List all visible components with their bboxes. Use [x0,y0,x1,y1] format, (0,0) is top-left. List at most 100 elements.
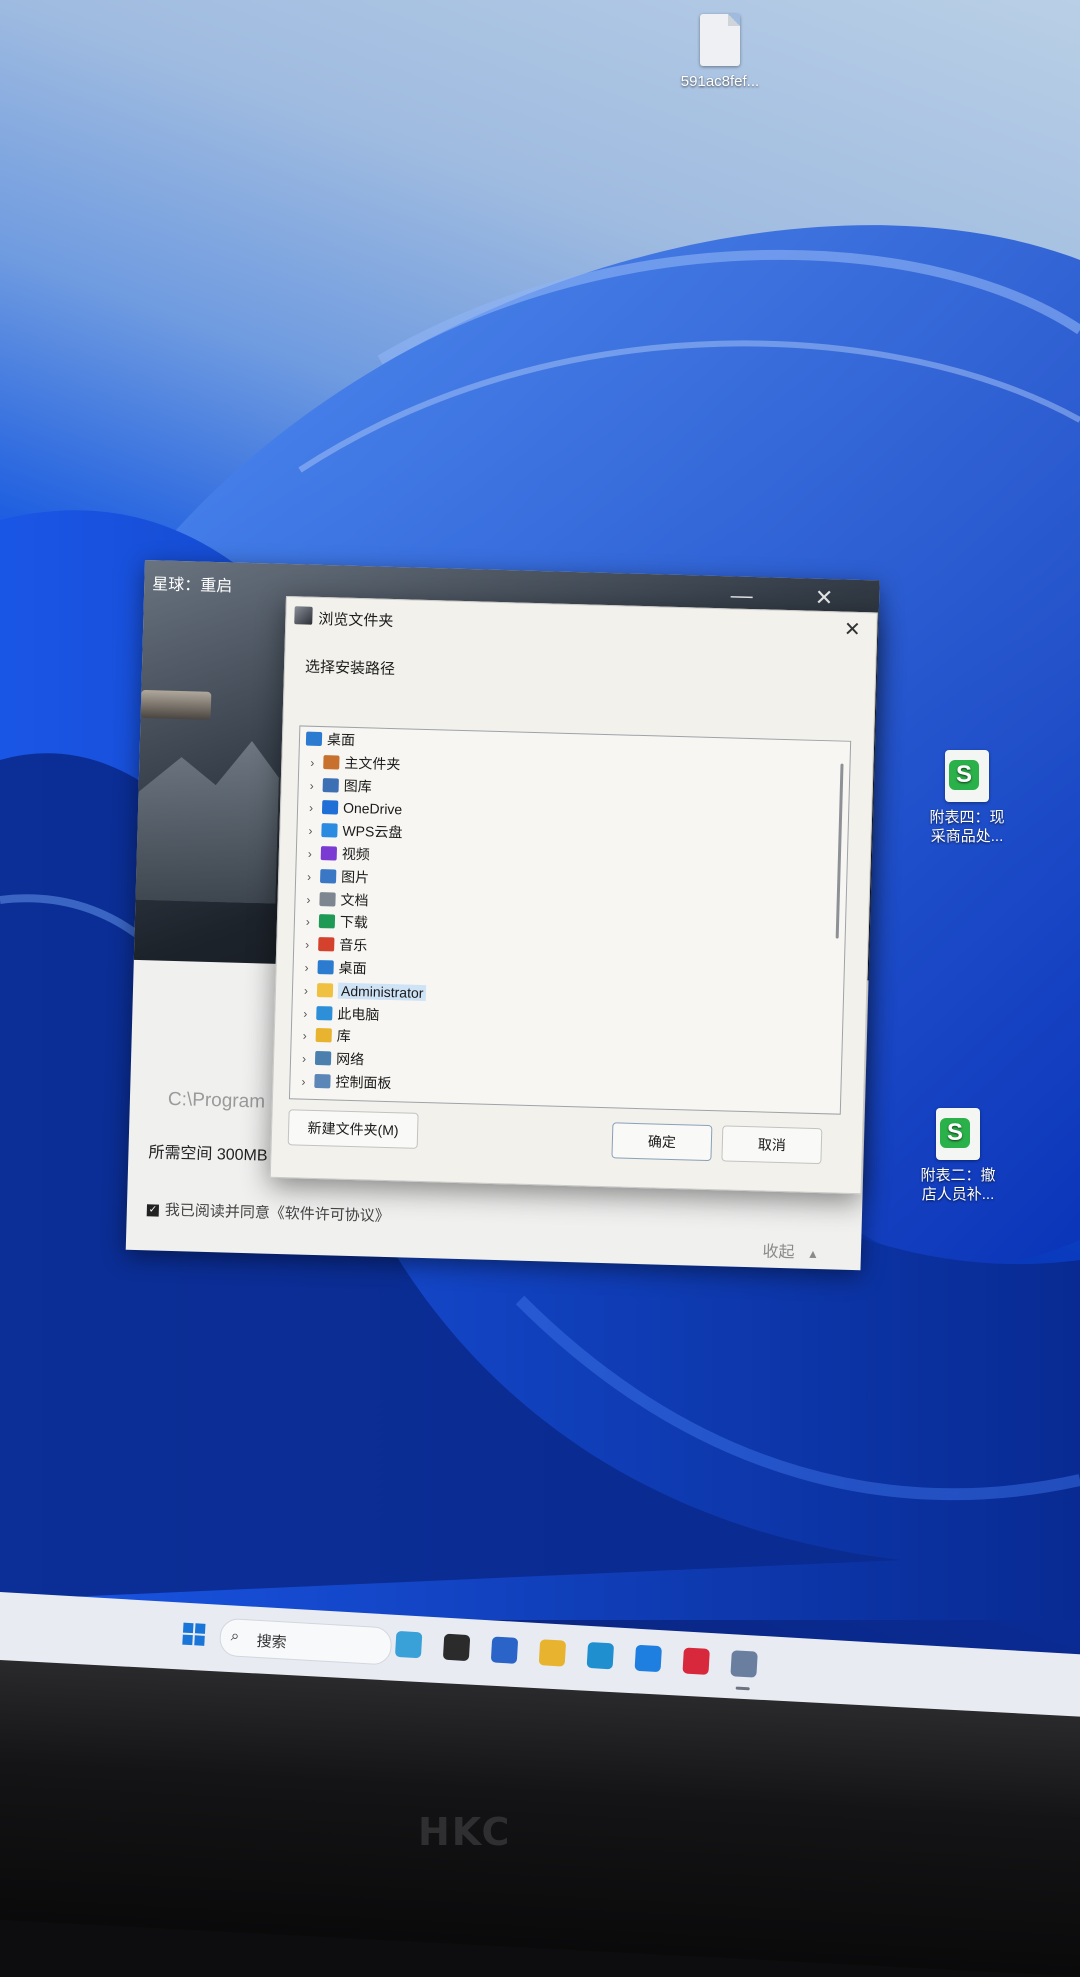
tree-item[interactable]: › WPS云盘 [303,819,402,844]
task-view-icon[interactable] [442,1633,471,1662]
home-icon [323,754,340,770]
chevron-right-icon[interactable]: › [297,1048,312,1070]
tree-item[interactable]: › 视频 [303,842,371,866]
desktop-icon-label: 591ac8fef... [680,73,760,90]
tree-item-label: 文档 [340,891,369,909]
desktop-file-attachment-4[interactable]: S 附表四：现 采商品处... [912,750,1022,846]
agree-label: 我已阅读并同意《软件许可协议》 [164,1201,391,1226]
tree-item[interactable]: › 图库 [304,773,372,797]
ok-button[interactable]: 确定 [611,1122,713,1162]
chevron-right-icon[interactable]: › [303,820,318,842]
collapse-button[interactable]: 收起 ▲ [762,1238,819,1264]
feishu-icon[interactable] [634,1644,662,1673]
chevron-right-icon[interactable]: › [302,865,317,887]
folder-tree[interactable]: 桌面 › 主文件夹 › 图库 › OneDrive › WPS云盘 › 视频 › 图片 › 文档 › 下载 › 音乐… [288,725,852,1115]
monitor-bezel [0,1660,1080,1977]
desktop-icon [317,960,334,975]
browse-folder-dialog: 浏览文件夹 ✕ 选择安装路径 桌面 › 主文件夹 › 图库 › OneDrive › WPS云盘… [269,596,878,1195]
tree-item[interactable]: 桌面 [302,728,356,751]
chevron-right-icon[interactable]: › [304,774,319,796]
tree-item-label: 桌面 [326,731,356,748]
tree-item-label: OneDrive [342,800,403,818]
license-agreement[interactable]: ✓ 我已阅读并同意《软件许可协议》 [146,1198,391,1226]
dingtalk-icon[interactable] [682,1647,710,1675]
wps-spreadsheet-icon: S [936,1108,980,1160]
documents-icon [319,891,336,907]
tree-item-label: 桌面 [338,959,367,977]
desktop-file-591ac8fef[interactable]: 591ac8fef... [665,14,775,91]
start-button[interactable] [182,1622,206,1646]
tree-item-label: 视频 [341,845,371,863]
game-installer-icon[interactable] [730,1650,758,1678]
chevron-right-icon[interactable]: › [296,1070,311,1092]
edge-icon[interactable] [586,1641,615,1670]
new-folder-button[interactable]: 新建文件夹(M) [287,1109,419,1149]
chevron-up-icon: ▲ [806,1246,820,1262]
tree-item-label: WPS云盘 [342,822,403,841]
chevron-right-icon[interactable]: › [300,934,315,956]
download-icon [318,914,336,929]
desktop-file-attachment-2[interactable]: S 附表二：撤 店人员补... [903,1108,1013,1204]
tree-item[interactable]: › 音乐 [300,933,368,957]
widgets-icon[interactable] [394,1630,423,1659]
desktop-icon-label: 采商品处... [930,828,1004,845]
tree-item[interactable]: › 下载 [301,910,369,934]
tree-item[interactable]: › 网络 [297,1047,365,1071]
file-explorer-icon[interactable] [538,1639,567,1667]
tree-scrollbar[interactable] [835,763,844,939]
control-panel-icon [314,1073,331,1089]
search-placeholder: 搜索 [256,1632,288,1652]
gallery-icon [322,777,339,793]
taskbar-search[interactable]: ⌕ 搜索 [218,1617,393,1666]
cancel-button[interactable]: 取消 [721,1125,823,1165]
dialog-title: 浏览文件夹 [318,610,394,631]
dialog-prompt: 选择安装路径 [304,658,396,679]
tree-item[interactable]: › 图片 [302,864,370,888]
tree-item[interactable]: › 控制面板 [296,1069,392,1094]
tree-item-label: 主文件夹 [344,754,401,773]
install-path-input[interactable]: C:\Program [168,1089,266,1114]
file-icon [700,14,740,66]
agree-checkbox[interactable]: ✓ [146,1204,160,1217]
collapse-label: 收起 [762,1243,795,1262]
installer-window-buttons[interactable]: — ✕ [730,582,861,612]
chevron-right-icon[interactable]: › [298,1002,313,1024]
search-icon: ⌕ [230,1627,240,1645]
tree-item[interactable]: › 文档 [301,887,369,911]
tree-item-label: 库 [336,1027,351,1045]
tree-item-label: 图库 [343,777,372,795]
tree-item-label: 音乐 [339,936,368,954]
tree-item[interactable]: › Administrator [299,978,427,1004]
tree-item-label: 此电脑 [337,1005,380,1023]
wps-cloud-icon [321,823,338,838]
tree-item[interactable]: › 主文件夹 [305,750,401,775]
tree-item-label: 图片 [340,868,370,886]
desktop: 591ac8fef... S 附表四：现 采商品处... S 附表二：撤 店人员… [0,0,1080,1760]
tree-item[interactable]: › 库 [297,1024,351,1047]
chevron-right-icon[interactable]: › [297,1025,312,1047]
chevron-right-icon[interactable]: › [303,843,318,865]
store-icon[interactable] [490,1636,519,1664]
wps-spreadsheet-icon: S [945,750,989,802]
chevron-right-icon[interactable]: › [301,888,316,910]
library-icon [315,1028,332,1043]
tree-item-label: 控制面板 [335,1073,392,1092]
tree-item[interactable]: › 桌面 [299,956,367,980]
desktop-icon [305,731,323,747]
tree-item[interactable]: › 此电脑 [298,1001,380,1025]
cloud-icon [321,800,339,815]
desktop-icon-label: 店人员补... [921,1186,995,1203]
chevron-right-icon[interactable]: › [299,957,314,979]
pictures-icon [320,868,337,884]
close-icon[interactable]: ✕ [838,616,867,642]
chevron-right-icon[interactable]: › [305,751,320,773]
chevron-right-icon[interactable]: › [301,911,316,933]
app-icon [294,606,313,625]
chevron-right-icon[interactable]: › [304,797,319,819]
music-icon [318,937,335,952]
chevron-right-icon[interactable]: › [299,979,314,1001]
tree-item-label: Administrator [337,982,427,1001]
active-app-indicator [735,1686,750,1691]
tree-item[interactable]: › OneDrive [304,796,403,821]
network-icon [314,1051,332,1066]
